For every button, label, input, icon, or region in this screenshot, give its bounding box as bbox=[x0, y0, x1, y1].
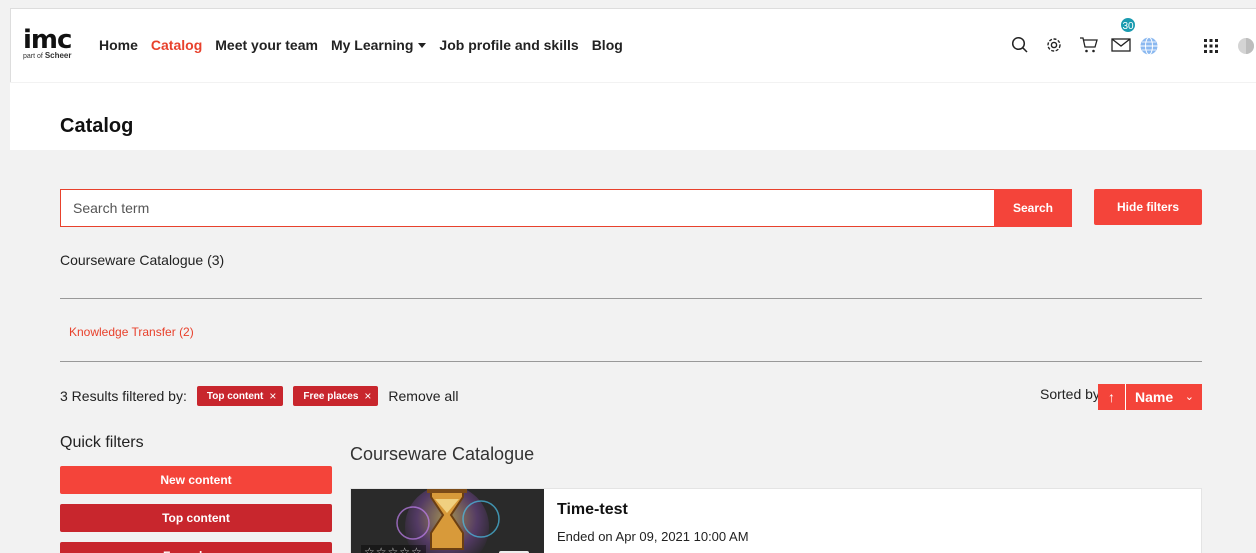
globe-icon[interactable] bbox=[1139, 36, 1159, 56]
mail-icon[interactable] bbox=[1111, 37, 1131, 53]
close-icon[interactable]: × bbox=[269, 389, 276, 403]
filter-chip-free-places[interactable]: Free places × bbox=[293, 386, 379, 406]
quick-filters-title: Quick filters bbox=[60, 434, 144, 451]
apps-grid-icon[interactable] bbox=[1204, 39, 1218, 53]
logo-sub-prefix: part of bbox=[23, 53, 43, 60]
logo-sub-brand: Scheer bbox=[44, 51, 72, 60]
logo-text: imc bbox=[23, 25, 72, 55]
chip-label: Top content bbox=[206, 390, 264, 402]
chevron-down-icon: ⌄ bbox=[1184, 391, 1194, 403]
search-button[interactable]: Search bbox=[994, 189, 1072, 227]
search-input[interactable] bbox=[61, 190, 994, 226]
category-link-knowledge-transfer[interactable]: Knowledge Transfer (2) bbox=[69, 325, 194, 339]
courseware-section-title: Courseware Catalogue bbox=[350, 444, 535, 464]
close-icon[interactable]: × bbox=[364, 389, 371, 403]
course-title[interactable]: Time-test bbox=[557, 501, 628, 519]
chip-label: Free places bbox=[303, 390, 359, 402]
results-filter-row: 3 Results filtered by: Top content × Fre… bbox=[60, 386, 458, 406]
divider bbox=[60, 361, 1202, 362]
filter-chip-top-content[interactable]: Top content × bbox=[196, 386, 284, 406]
nav-meet-your-team[interactable]: Meet your team bbox=[215, 37, 318, 53]
results-summary: 3 Results filtered by: bbox=[60, 388, 187, 404]
mail-badge: 30 bbox=[1119, 16, 1137, 34]
courseware-catalogue-count: Courseware Catalogue (3) bbox=[60, 252, 225, 268]
course-card[interactable]: ☆☆☆☆☆ Time-test Ended on Apr 09, 2021 10… bbox=[350, 488, 1202, 553]
sort-direction-button[interactable]: ↑ bbox=[1098, 384, 1126, 410]
search-field[interactable] bbox=[60, 189, 995, 227]
imc-logo[interactable]: imc part of Scheer bbox=[23, 25, 72, 61]
nav-job-profile[interactable]: Job profile and skills bbox=[439, 37, 578, 53]
remove-all-filters-link[interactable]: Remove all bbox=[388, 388, 458, 404]
nav-catalog[interactable]: Catalog bbox=[151, 37, 202, 53]
caret-down-icon bbox=[418, 43, 427, 48]
rating-stars: ☆☆☆☆☆ bbox=[361, 545, 426, 553]
top-navigation-bar: imc part of Scheer Home Catalog Meet you… bbox=[10, 8, 1256, 82]
page-title: Catalog bbox=[60, 115, 134, 137]
hide-filters-button[interactable]: Hide filters bbox=[1094, 189, 1202, 225]
page-title-bar: Catalog bbox=[10, 83, 1256, 150]
hourglass-image bbox=[351, 489, 544, 553]
quick-filter-free-places[interactable]: Free places bbox=[60, 542, 332, 553]
search-icon[interactable] bbox=[1011, 36, 1029, 54]
nav-my-learning-label: My Learning bbox=[330, 37, 414, 53]
nav-home[interactable]: Home bbox=[99, 37, 138, 53]
avatar-icon[interactable] bbox=[1237, 36, 1255, 56]
nav-blog[interactable]: Blog bbox=[592, 37, 623, 53]
settings-gear-icon[interactable] bbox=[1045, 36, 1063, 54]
main-nav: Home Catalog Meet your team My Learning … bbox=[99, 37, 636, 53]
quick-filter-new-content[interactable]: New content bbox=[60, 466, 332, 494]
course-status: Ended on Apr 09, 2021 10:00 AM bbox=[557, 529, 749, 544]
logo-subtext: part of Scheer bbox=[23, 52, 72, 61]
sorted-by-label: Sorted by: bbox=[1040, 386, 1104, 402]
nav-my-learning[interactable]: My Learning bbox=[330, 37, 427, 53]
quick-filter-top-content[interactable]: Top content bbox=[60, 504, 332, 532]
course-thumbnail: ☆☆☆☆☆ bbox=[351, 489, 544, 553]
divider bbox=[60, 298, 1202, 299]
sort-field-select[interactable]: Name ⌄ bbox=[1126, 384, 1202, 410]
sort-field-value: Name bbox=[1135, 389, 1174, 405]
cart-icon[interactable] bbox=[1079, 36, 1099, 54]
